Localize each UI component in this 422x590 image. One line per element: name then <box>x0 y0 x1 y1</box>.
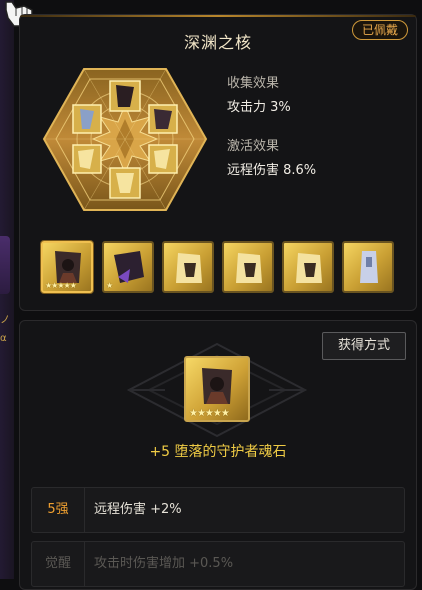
side-text-fragment: ノα <box>0 315 10 344</box>
hooded-figure-icon <box>236 253 262 283</box>
effect-text: 攻击时伤害增加 +0.5% <box>94 556 234 571</box>
selected-soulstone-icon: ★★★★★ <box>184 356 250 422</box>
effect-text: 远程伤害 +2% <box>94 502 182 517</box>
soulstone-name: +5 堕落的守护者魂石 <box>149 444 287 460</box>
set-emblem-hexagon <box>42 68 208 211</box>
star-rating: ★★★★★ <box>45 281 77 290</box>
hooded-figure-icon <box>176 253 202 283</box>
fallen-guardian-icon <box>202 368 232 404</box>
activate-effect-label: 激活效果 <box>227 139 280 154</box>
equipped-badge: 已佩戴 <box>351 20 408 40</box>
effect-row-enhance: 5强 远程伤害 +2% <box>31 487 405 533</box>
effect-level-label: 觉醒 <box>32 542 85 586</box>
soulstone-slot-5[interactable] <box>282 241 334 293</box>
left-side-panel: ノα <box>0 0 14 579</box>
silver-knight-icon <box>360 251 378 283</box>
acquire-method-button[interactable]: 获得方式 <box>322 332 406 360</box>
collect-effect-value: 攻击力 3% <box>227 100 291 115</box>
soulstone-slot-3[interactable] <box>162 241 214 293</box>
soulstone-slot-2[interactable]: ★ <box>102 241 154 293</box>
soulstone-slot-1[interactable]: ★★★★★ <box>41 241 93 293</box>
activate-effect-value: 远程伤害 8.6% <box>227 163 317 178</box>
star-rating: ★ <box>106 281 113 290</box>
soulstone-list: ★★★★★ ★ <box>41 241 401 297</box>
star-rating: ★★★★★ <box>189 408 230 419</box>
soulstone-slot-4[interactable] <box>222 241 274 293</box>
side-portrait[interactable] <box>0 236 10 294</box>
hooded-figure-icon <box>296 253 322 283</box>
soulstone-slot-6[interactable] <box>342 241 394 293</box>
effect-row-awaken: 觉醒 攻击时伤害增加 +0.5% <box>31 541 405 587</box>
set-info-panel: 深渊之核 已佩戴 收集效果 攻击力 3% 激活效果 远程伤害 8.6% ★★★★… <box>19 14 417 311</box>
dark-wing-icon <box>114 251 144 283</box>
collect-effect-label: 收集效果 <box>227 76 280 91</box>
panel-top-border <box>20 15 416 17</box>
effect-level-label: 5强 <box>32 488 85 532</box>
